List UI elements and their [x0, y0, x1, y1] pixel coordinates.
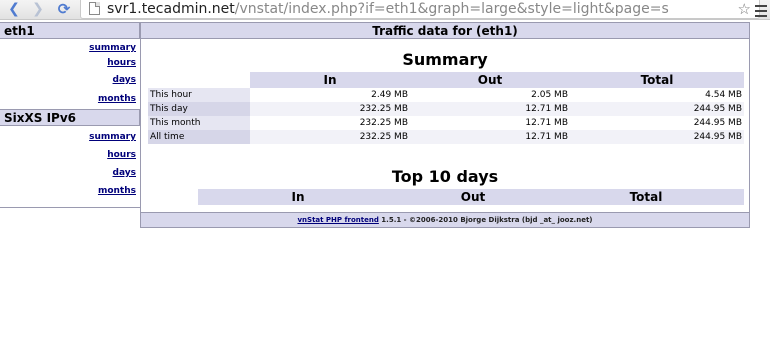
top10-table: In Out Total — [148, 189, 744, 205]
browser-toolbar: ❮ ❯ ⟳ svr1.tecadmin.net/vnstat/index.php… — [0, 0, 770, 20]
summary-row: This hour 2.49 MB 2.05 MB 4.54 MB — [148, 88, 744, 102]
summary-row-out: 12.71 MB — [410, 116, 570, 130]
sixxs-nav: summary hours days months — [0, 126, 140, 200]
summary-col-in: In — [250, 72, 410, 88]
summary-row-total: 244.95 MB — [570, 116, 744, 130]
summary-row-out: 12.71 MB — [410, 102, 570, 116]
eth1-nav: summary hours days months — [0, 39, 140, 109]
summary-header-row: In Out Total — [148, 72, 744, 88]
top10-header-blank — [148, 189, 198, 205]
footer: vnStat PHP frontend 1.5.1 - ©2006-2010 B… — [141, 212, 749, 227]
page-icon — [89, 2, 100, 15]
main-panel: Traffic data for (eth1) Summary In Out T… — [140, 22, 750, 228]
summary-table: In Out Total This hour 2.49 MB 2.05 MB 4.54… — [148, 72, 744, 144]
summary-row-in: 2.49 MB — [250, 88, 410, 102]
eth1-months-link[interactable]: months — [98, 94, 136, 104]
summary-col-total: Total — [570, 72, 744, 88]
eth1-days-link[interactable]: days — [113, 75, 136, 85]
summary-row-label: This month — [148, 116, 250, 130]
menu-icon[interactable] — [755, 2, 767, 17]
summary-row-label: This hour — [148, 88, 250, 102]
url-path: /vnstat/index.php?if=eth1&graph=large&st… — [234, 1, 669, 17]
footer-credit: 1.5.1 - ©2006-2010 Bjorge Dijkstra (bjd … — [378, 216, 593, 224]
top10-col-total: Total — [548, 189, 744, 205]
interface-title-sixxs: SixXS IPv6 — [0, 109, 140, 126]
address-bar[interactable]: svr1.tecadmin.net/vnstat/index.php?if=et… — [80, 0, 760, 19]
eth1-summary-link[interactable]: summary — [89, 43, 136, 53]
summary-heading: Summary — [402, 50, 488, 69]
sixxs-months-link[interactable]: months — [98, 186, 136, 196]
top10-col-in: In — [198, 189, 398, 205]
bookmark-star-icon[interactable]: ☆ — [738, 0, 751, 18]
summary-row-total: 244.95 MB — [570, 130, 744, 144]
top10-heading: Top 10 days — [391, 167, 499, 186]
interface-title-eth1: eth1 — [0, 22, 140, 39]
sixxs-days-link[interactable]: days — [113, 168, 136, 178]
summary-row: This month 232.25 MB 12.71 MB 244.95 MB — [148, 116, 744, 130]
summary-col-out: Out — [410, 72, 570, 88]
top10-col-out: Out — [398, 189, 548, 205]
summary-row-total: 4.54 MB — [570, 88, 744, 102]
summary-row: This day 232.25 MB 12.71 MB 244.95 MB — [148, 102, 744, 116]
url-text[interactable]: svr1.tecadmin.net/vnstat/index.php?if=et… — [107, 0, 669, 18]
sixxs-summary-link[interactable]: summary — [89, 132, 136, 142]
sidebar: eth1 summary hours days months SixXS IPv… — [0, 22, 140, 208]
back-icon[interactable]: ❮ — [6, 1, 22, 17]
eth1-hours-link[interactable]: hours — [107, 58, 136, 68]
summary-row-label: This day — [148, 102, 250, 116]
summary-row-in: 232.25 MB — [250, 102, 410, 116]
reload-icon[interactable]: ⟳ — [56, 1, 72, 17]
forward-icon[interactable]: ❯ — [30, 1, 46, 17]
summary-row-out: 12.71 MB — [410, 130, 570, 144]
vnstat-frontend-link[interactable]: vnStat PHP frontend — [297, 216, 378, 224]
summary-header-blank — [148, 72, 250, 88]
page-title: Traffic data for (eth1) — [141, 22, 749, 39]
summary-row-label: All time — [148, 130, 250, 144]
summary-row-in: 232.25 MB — [250, 116, 410, 130]
url-host: svr1.tecadmin.net — [107, 1, 235, 17]
summary-row-out: 2.05 MB — [410, 88, 570, 102]
top10-header-row: In Out Total — [148, 189, 744, 205]
summary-row: All time 232.25 MB 12.71 MB 244.95 MB — [148, 130, 744, 144]
summary-row-in: 232.25 MB — [250, 130, 410, 144]
sixxs-hours-link[interactable]: hours — [107, 150, 136, 160]
summary-row-total: 244.95 MB — [570, 102, 744, 116]
